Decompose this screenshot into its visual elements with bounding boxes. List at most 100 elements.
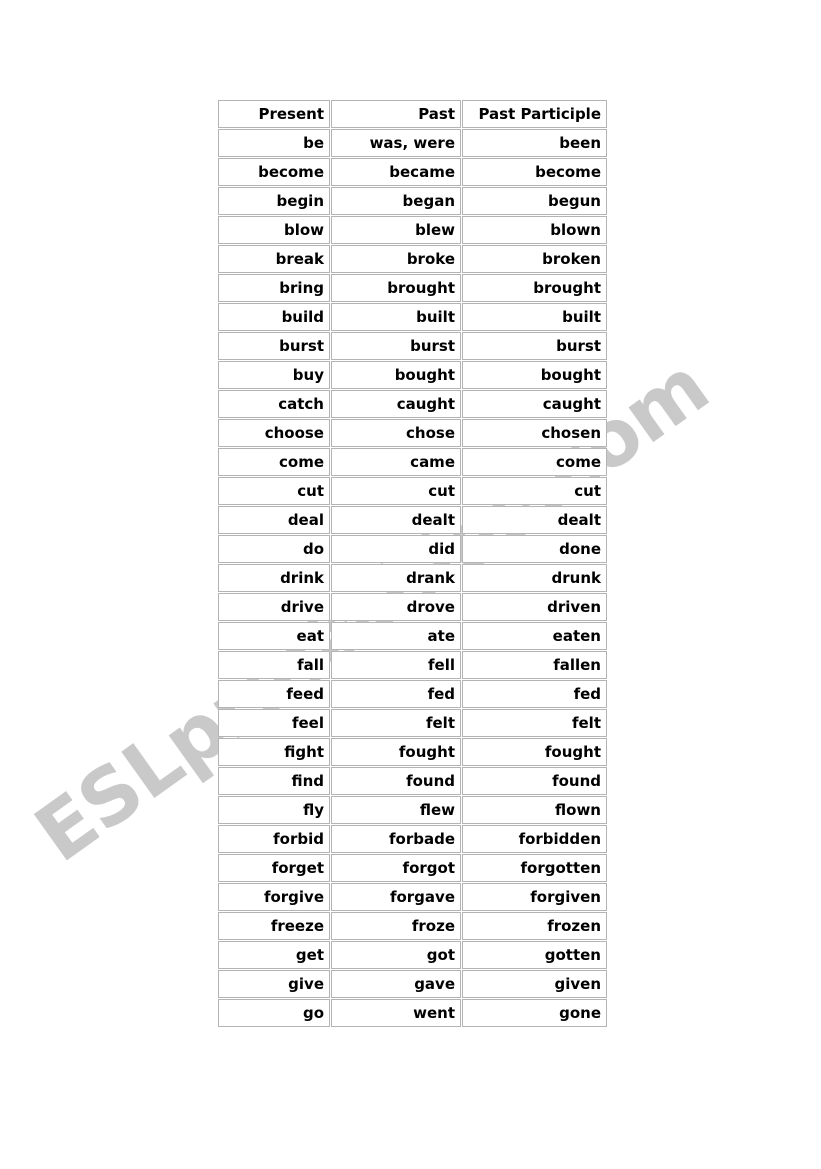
verb-cell-past: forgot <box>331 854 461 882</box>
table-row: cut cut cut <box>218 477 607 505</box>
table-row: fly flew flown <box>218 796 607 824</box>
verb-cell-past-participle: gotten <box>462 941 607 969</box>
verb-cell-past: brought <box>331 274 461 302</box>
verb-cell-present: fall <box>218 651 330 679</box>
verb-cell-past-participle: frozen <box>462 912 607 940</box>
verb-cell-present: choose <box>218 419 330 447</box>
verb-cell-past-participle: broken <box>462 245 607 273</box>
verb-cell-past-participle: caught <box>462 390 607 418</box>
table-row: become became become <box>218 158 607 186</box>
table-row: freeze froze frozen <box>218 912 607 940</box>
column-header-present: Present <box>218 100 330 128</box>
verb-cell-past: got <box>331 941 461 969</box>
table-row: build built built <box>218 303 607 331</box>
table-row: break broke broken <box>218 245 607 273</box>
verb-cell-past-participle: fought <box>462 738 607 766</box>
verb-cell-past: felt <box>331 709 461 737</box>
verb-cell-present: forgive <box>218 883 330 911</box>
verb-cell-past: began <box>331 187 461 215</box>
table-row: fight fought fought <box>218 738 607 766</box>
verb-cell-present: drive <box>218 593 330 621</box>
verb-cell-past-participle: given <box>462 970 607 998</box>
verb-cell-present: deal <box>218 506 330 534</box>
verb-cell-past: fed <box>331 680 461 708</box>
verb-cell-past: cut <box>331 477 461 505</box>
verb-cell-past-participle: forgotten <box>462 854 607 882</box>
table-row: blow blew blown <box>218 216 607 244</box>
verb-cell-present: give <box>218 970 330 998</box>
verb-cell-present: cut <box>218 477 330 505</box>
verb-cell-past-participle: done <box>462 535 607 563</box>
verb-cell-present: catch <box>218 390 330 418</box>
verb-cell-present: break <box>218 245 330 273</box>
table-row: forget forgot forgotten <box>218 854 607 882</box>
table-row: begin began begun <box>218 187 607 215</box>
table-row: get got gotten <box>218 941 607 969</box>
table-row: drink drank drunk <box>218 564 607 592</box>
verb-cell-past: burst <box>331 332 461 360</box>
verb-cell-past: forbade <box>331 825 461 853</box>
verb-cell-present: fly <box>218 796 330 824</box>
verb-cell-present: burst <box>218 332 330 360</box>
table-row: give gave given <box>218 970 607 998</box>
table-row: feel felt felt <box>218 709 607 737</box>
verb-cell-present: forget <box>218 854 330 882</box>
verb-cell-past-participle: felt <box>462 709 607 737</box>
irregular-verbs-table-container: Present Past Past Participle be was, were… <box>217 99 608 1028</box>
verb-cell-past-participle: forbidden <box>462 825 607 853</box>
verb-cell-present: become <box>218 158 330 186</box>
verb-cell-past-participle: forgiven <box>462 883 607 911</box>
verb-cell-past-participle: driven <box>462 593 607 621</box>
verb-cell-past-participle: fed <box>462 680 607 708</box>
table-row: do did done <box>218 535 607 563</box>
verb-cell-present: begin <box>218 187 330 215</box>
verb-cell-present: get <box>218 941 330 969</box>
table-row: find found found <box>218 767 607 795</box>
column-header-past: Past <box>331 100 461 128</box>
table-row: feed fed fed <box>218 680 607 708</box>
verb-cell-present: buy <box>218 361 330 389</box>
table-row: come came come <box>218 448 607 476</box>
column-header-past-participle: Past Participle <box>462 100 607 128</box>
table-row: burst burst burst <box>218 332 607 360</box>
verb-cell-past: blew <box>331 216 461 244</box>
verb-cell-present: fight <box>218 738 330 766</box>
verb-cell-past: was, were <box>331 129 461 157</box>
verb-cell-past-participle: become <box>462 158 607 186</box>
table-row: bring brought brought <box>218 274 607 302</box>
table-header-row: Present Past Past Participle <box>218 100 607 128</box>
verb-cell-past-participle: come <box>462 448 607 476</box>
verb-cell-past: fought <box>331 738 461 766</box>
verb-cell-past: caught <box>331 390 461 418</box>
table-row: forgive forgave forgiven <box>218 883 607 911</box>
verb-cell-past: forgave <box>331 883 461 911</box>
verb-cell-present: bring <box>218 274 330 302</box>
table-row: catch caught caught <box>218 390 607 418</box>
verb-cell-past-participle: brought <box>462 274 607 302</box>
verb-cell-past: drove <box>331 593 461 621</box>
verb-cell-past-participle: cut <box>462 477 607 505</box>
verb-cell-present: drink <box>218 564 330 592</box>
verb-cell-past-participle: drunk <box>462 564 607 592</box>
verb-cell-past-participle: gone <box>462 999 607 1027</box>
verb-cell-past: gave <box>331 970 461 998</box>
verb-cell-past-participle: blown <box>462 216 607 244</box>
irregular-verbs-table: Present Past Past Participle be was, were… <box>217 99 608 1028</box>
verb-cell-past: became <box>331 158 461 186</box>
verb-cell-present: feed <box>218 680 330 708</box>
table-row: choose chose chosen <box>218 419 607 447</box>
verb-cell-past: found <box>331 767 461 795</box>
verb-cell-present: feel <box>218 709 330 737</box>
table-row: be was, were been <box>218 129 607 157</box>
verb-cell-present: be <box>218 129 330 157</box>
table-row: forbid forbade forbidden <box>218 825 607 853</box>
verb-cell-past-participle: built <box>462 303 607 331</box>
table-row: eat ate eaten <box>218 622 607 650</box>
table-row: deal dealt dealt <box>218 506 607 534</box>
verb-cell-past-participle: found <box>462 767 607 795</box>
verb-cell-past: bought <box>331 361 461 389</box>
verb-cell-past-participle: eaten <box>462 622 607 650</box>
verb-cell-present: blow <box>218 216 330 244</box>
verb-cell-past-participle: been <box>462 129 607 157</box>
verb-cell-present: do <box>218 535 330 563</box>
